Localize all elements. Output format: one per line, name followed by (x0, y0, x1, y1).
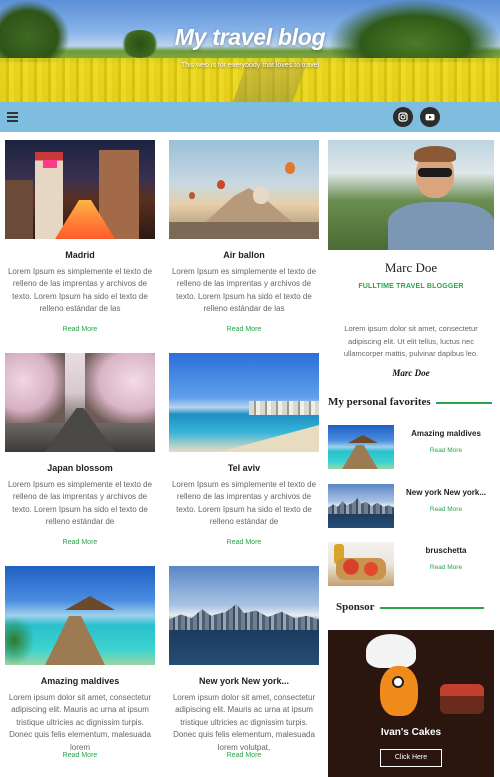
post-card[interactable]: Amazing maldives Lorem ipsum dolor sit a… (5, 566, 155, 759)
read-more-link[interactable]: Read More (169, 539, 319, 546)
favorite-title[interactable]: bruschetta (398, 546, 494, 555)
favorite-title[interactable]: Amazing maldives (398, 429, 494, 438)
heading-divider (436, 402, 492, 404)
post-thumbnail[interactable] (169, 353, 319, 452)
read-more-link[interactable]: Read More (398, 506, 494, 513)
favorite-thumbnail[interactable] (328, 425, 394, 469)
post-excerpt: Lorem Ipsum es simplemente el texto de r… (171, 267, 317, 314)
post-title[interactable]: New york New york... (169, 676, 319, 686)
post-card[interactable]: New york New york... Lorem ipsum dolor s… (169, 566, 319, 759)
sponsor-name: Ivan's Cakes (380, 727, 442, 738)
post-thumbnail[interactable] (169, 140, 319, 239)
chef-mascot-graphic (380, 666, 418, 716)
instagram-icon[interactable] (393, 107, 413, 127)
read-more-link[interactable]: Read More (5, 326, 155, 333)
favorite-item[interactable]: bruschetta Read More (328, 542, 494, 586)
cake-graphic (440, 684, 484, 714)
author-bio: Lorem ipsum dolor sit amet, consectetur … (343, 324, 479, 358)
heading-divider (380, 607, 484, 609)
favorites-heading: My personal favorites (328, 396, 431, 408)
read-more-link[interactable]: Read More (398, 447, 494, 454)
post-excerpt: Lorem Ipsum es simplemente el texto de r… (171, 480, 317, 527)
post-excerpt: Lorem ipsum dolor sit amet, consectetur … (8, 693, 152, 752)
post-thumbnail[interactable] (169, 566, 319, 665)
post-thumbnail[interactable] (5, 566, 155, 665)
favorite-item[interactable]: Amazing maldives Read More (328, 425, 494, 469)
site-title[interactable]: My travel blog (0, 24, 500, 51)
sponsor-heading: Sponsor (336, 601, 375, 613)
post-thumbnail[interactable] (5, 140, 155, 239)
youtube-icon[interactable] (420, 107, 440, 127)
post-title[interactable]: Madrid (5, 250, 155, 260)
post-card[interactable]: Air ballon Lorem Ipsum es simplemente el… (169, 140, 319, 333)
sponsor-banner[interactable]: Ivan's Cakes Click Here (328, 630, 494, 777)
post-excerpt: Lorem Ipsum es simplemente el texto de r… (7, 267, 153, 314)
chef-hat-graphic (366, 634, 416, 668)
read-more-link[interactable]: Read More (169, 752, 319, 759)
post-title[interactable]: Tel aviv (169, 463, 319, 473)
post-excerpt: Lorem ipsum dolor sit amet, consectetur … (172, 693, 316, 752)
hero-banner: My travel blog This web is for everybody… (0, 0, 500, 102)
mascot-eye-graphic (392, 676, 404, 688)
post-title[interactable]: Japan blossom (5, 463, 155, 473)
author-photo (328, 140, 494, 250)
favorite-thumbnail[interactable] (328, 542, 394, 586)
site-tagline: This web is for everybody that loves to … (180, 62, 320, 69)
post-card[interactable]: Japan blossom Lorem Ipsum es simplemente… (5, 353, 155, 546)
hamburger-icon[interactable] (7, 110, 21, 124)
post-title[interactable]: Air ballon (169, 250, 319, 260)
navbar (0, 102, 500, 132)
read-more-link[interactable]: Read More (5, 752, 155, 759)
post-card[interactable]: Tel aviv Lorem Ipsum es simplemente el t… (169, 353, 319, 546)
read-more-link[interactable]: Read More (169, 326, 319, 333)
post-card[interactable]: Madrid Lorem Ipsum es simplemente el tex… (5, 140, 155, 333)
favorite-title[interactable]: New york New york... (398, 488, 494, 497)
author-name: Marc Doe (384, 260, 438, 275)
favorite-thumbnail[interactable] (328, 484, 394, 528)
post-excerpt: Lorem Ipsum es simplemente el texto de r… (7, 480, 153, 527)
author-signature: Marc Doe (392, 368, 430, 378)
post-thumbnail[interactable] (5, 353, 155, 452)
sponsor-cta-button[interactable]: Click Here (380, 749, 442, 767)
read-more-link[interactable]: Read More (398, 564, 494, 571)
favorite-item[interactable]: New york New york... Read More (328, 484, 494, 528)
read-more-link[interactable]: Read More (5, 539, 155, 546)
author-tags: FULLTIME TRAVEL BLOGGER (358, 283, 464, 290)
post-title[interactable]: Amazing maldives (5, 676, 155, 686)
